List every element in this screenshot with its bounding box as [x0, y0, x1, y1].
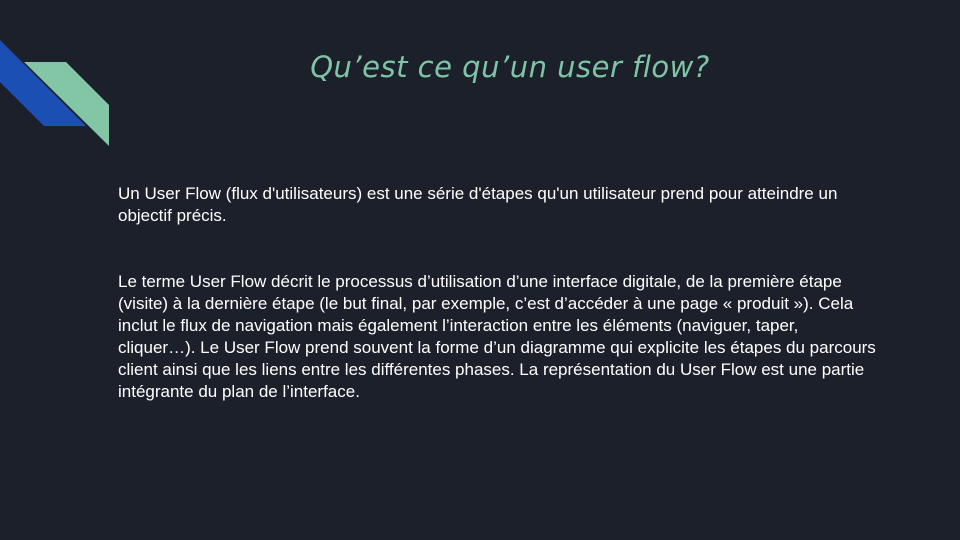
slide: Qu’est ce qu’un user flow? Un User Flow … — [0, 0, 960, 540]
slide-body: Un User Flow (flux d'utilisateurs) est u… — [118, 183, 878, 403]
body-paragraph-definition: Un User Flow (flux d'utilisateurs) est u… — [118, 184, 838, 225]
slide-title: Qu’est ce qu’un user flow? — [310, 50, 710, 84]
body-paragraph-description: Le terme User Flow décrit le processus d… — [118, 272, 876, 401]
corner-accent-decoration — [0, 40, 109, 146]
